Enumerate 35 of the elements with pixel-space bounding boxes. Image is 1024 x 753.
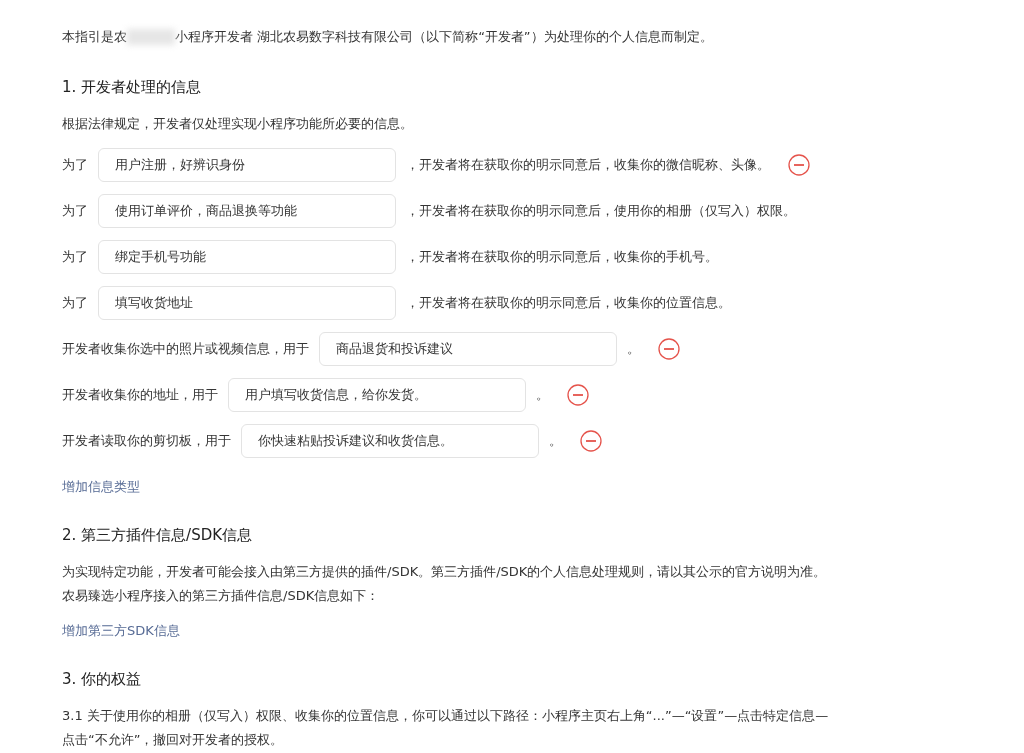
section-text: 3.1 关于使用你的相册（仅写入）权限、收集你的位置信息，你可以通过以下路径：小程序主页右上角“...”—“设置”—点击特定信息—点击“不允许”，撤回对开发者的授权。 xyxy=(62,707,830,749)
remove-icon[interactable] xyxy=(567,384,589,406)
row-label: 为了 xyxy=(62,156,88,174)
row-text: 。 xyxy=(627,340,640,358)
input-field[interactable]: 商品退货和投诉建议 xyxy=(319,332,617,366)
row-text: ，开发者将在获取你的明示同意后，收集你的手机号。 xyxy=(406,248,718,266)
input-field[interactable]: 绑定手机号功能 xyxy=(98,240,396,274)
input-field[interactable]: 填写收货地址 xyxy=(98,286,396,320)
input-field[interactable]: 用户注册，好辨识身份 xyxy=(98,148,396,182)
row-label: 开发者收集你的地址，用于 xyxy=(62,386,218,404)
remove-icon[interactable] xyxy=(580,430,602,452)
row-text: ，开发者将在获取你的明示同意后，收集你的微信昵称、头像。 xyxy=(406,156,770,174)
section-heading: 2. 第三方插件信息/SDK信息 xyxy=(62,525,254,546)
row-text: ，开发者将在获取你的明示同意后，收集你的位置信息。 xyxy=(406,294,731,312)
input-field[interactable]: 用户填写收货信息，给你发货。 xyxy=(228,378,526,412)
input-field[interactable]: 使用订单评价，商品退换等功能 xyxy=(98,194,396,228)
intro-text: 本指引是农 xyxy=(62,28,127,46)
row-label: 为了 xyxy=(62,294,88,312)
remove-icon[interactable] xyxy=(658,338,680,360)
input-field[interactable]: 你快速粘贴投诉建议和收货信息。 xyxy=(241,424,539,458)
row-label: 为了 xyxy=(62,248,88,266)
add-link[interactable]: 增加第三方SDK信息 xyxy=(62,622,180,640)
section-heading: 1. 开发者处理的信息 xyxy=(62,77,203,98)
row-text: ，开发者将在获取你的明示同意后，使用你的相册（仅写入）权限。 xyxy=(406,202,796,220)
intro-text: 小程序开发者 湖北农易数字科技有限公司（以下简称“开发者”）为处理你的个人信息而制定。 xyxy=(175,28,713,46)
add-link[interactable]: 增加信息类型 xyxy=(62,478,140,496)
row-text: 。 xyxy=(536,386,549,404)
row-label: 开发者收集你选中的照片或视频信息，用于 xyxy=(62,340,309,358)
row-label: 为了 xyxy=(62,202,88,220)
remove-icon[interactable] xyxy=(788,154,810,176)
section-heading: 3. 你的权益 xyxy=(62,669,143,690)
row-label: 开发者读取你的剪切板，用于 xyxy=(62,432,231,450)
row-text: 。 xyxy=(549,432,562,450)
section-text: 根据法律规定，开发者仅处理实现小程序功能所必要的信息。 xyxy=(62,115,414,133)
section-text: 为实现特定功能，开发者可能会接入由第三方提供的插件/SDK。第三方插件/SDK的个人信息处理规则，请以其公示的官方说明为准。农易臻选小程序接入的第三方插件信息/SDK信息如下： xyxy=(62,563,828,605)
